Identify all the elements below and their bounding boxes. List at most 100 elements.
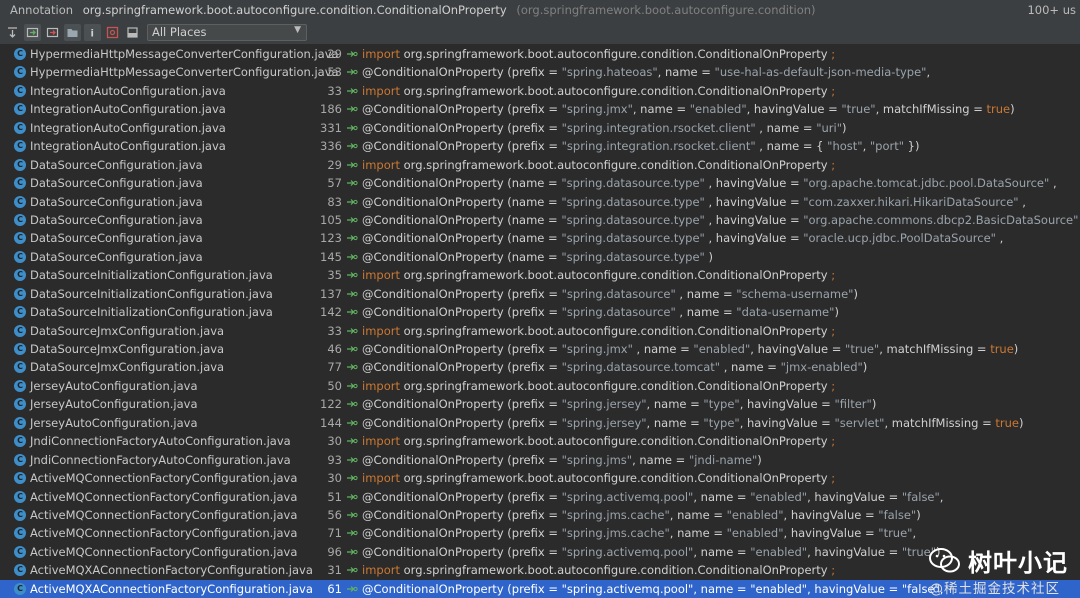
- usage-row[interactable]: C JndiConnectionFactoryAutoConfiguration.…: [0, 451, 1080, 469]
- line-number: 71: [327, 526, 342, 541]
- usage-row[interactable]: C ActiveMQConnectionFactoryConfiguration.…: [0, 543, 1080, 561]
- usage-row[interactable]: C ActiveMQConnectionFactoryConfiguration.…: [0, 469, 1080, 487]
- code-string: "spring.integration.rsocket.client": [561, 139, 756, 154]
- code-string: "spring.datasource.type": [561, 212, 705, 227]
- class-icon: C: [14, 508, 26, 521]
- line-number: 53: [327, 65, 342, 80]
- code-snippet: import org.springframework.boot.autoconf…: [362, 561, 835, 579]
- code-text: , havingValue =: [750, 342, 846, 356]
- line-number: 30: [327, 471, 342, 486]
- usage-row[interactable]: C DataSourceConfiguration.java 145 @Conditi…: [0, 248, 1080, 266]
- usage-row[interactable]: C DataSourceJmxConfiguration.java 77 @Condi…: [0, 358, 1080, 376]
- code-snippet: @ConditionalOnProperty (name = "spring.d…: [362, 174, 1057, 192]
- scope-value: All Places: [152, 25, 207, 39]
- usage-row[interactable]: C JerseyAutoConfiguration.java 50 import or…: [0, 377, 1080, 395]
- code-text: ): [834, 305, 839, 320]
- code-string: "spring.activemq.pool": [561, 581, 694, 596]
- code-keyword: ;: [831, 47, 836, 61]
- code-string: "spring.datasource.type": [561, 249, 705, 264]
- code-text: , havingValue =: [807, 544, 902, 559]
- code-snippet: import org.springframework.boot.autoconf…: [362, 266, 835, 284]
- usage-row[interactable]: C HypermediaHttpMessageConverterConfigura…: [0, 63, 1080, 81]
- usage-row[interactable]: C JerseyAutoConfiguration.java 144 @Conditi…: [0, 414, 1080, 432]
- code-snippet: @ConditionalOnProperty (prefix = "spring…: [362, 100, 1015, 118]
- code-keyword: import: [362, 563, 400, 578]
- code-keyword: ;: [831, 157, 836, 172]
- expand-icon[interactable]: [4, 24, 21, 41]
- code-keyword: ;: [831, 471, 836, 486]
- usage-row[interactable]: C DataSourceConfiguration.java 105 @Conditi…: [0, 211, 1080, 229]
- usage-arrow-icon: [346, 45, 358, 63]
- usage-row[interactable]: C JndiConnectionFactoryAutoConfiguration.…: [0, 432, 1080, 450]
- usage-row[interactable]: C IntegrationAutoConfiguration.java 186 @Co…: [0, 100, 1080, 118]
- code-text: , name =: [646, 397, 704, 412]
- usage-arrow-icon: [346, 229, 358, 247]
- class-icon: C: [14, 564, 26, 577]
- usage-row[interactable]: C DataSourceConfiguration.java 83 @Conditio…: [0, 193, 1080, 211]
- code-string: "false": [901, 489, 940, 504]
- usage-arrow-icon: [346, 451, 358, 469]
- usage-row[interactable]: C DataSourceInitializationConfiguration.j…: [0, 285, 1080, 303]
- file-name: DataSourceInitializationConfiguration.ja…: [30, 268, 273, 283]
- usage-row[interactable]: C DataSourceJmxConfiguration.java 46 @Condi…: [0, 340, 1080, 358]
- line-number: 30: [327, 434, 342, 449]
- code-snippet: @ConditionalOnProperty (prefix = "spring…: [362, 340, 1018, 358]
- filter-icon[interactable]: [104, 24, 121, 41]
- scope-dropdown[interactable]: All Places ▼: [147, 23, 307, 41]
- usage-row[interactable]: C IntegrationAutoConfiguration.java 33 impo…: [0, 82, 1080, 100]
- file-name: JndiConnectionFactoryAutoConfiguration.j…: [30, 434, 291, 449]
- usage-row[interactable]: C HypermediaHttpMessageConverterConfigura…: [0, 45, 1080, 63]
- code-snippet: import org.springframework.boot.autoconf…: [362, 377, 835, 395]
- code-text: , name =: [632, 102, 690, 117]
- code-text: @ConditionalOnProperty (prefix =: [362, 360, 562, 375]
- code-text: @ConditionalOnProperty (prefix =: [362, 526, 562, 541]
- usage-row[interactable]: C ActiveMQXAConnectionFactoryConfiguratio…: [0, 561, 1080, 579]
- usage-row[interactable]: C ActiveMQConnectionFactoryConfiguration.…: [0, 488, 1080, 506]
- code-snippet: @ConditionalOnProperty (name = "spring.d…: [362, 229, 1003, 247]
- code-string: "true": [878, 526, 913, 541]
- usage-row[interactable]: C DataSourceInitializationConfiguration.j…: [0, 303, 1080, 321]
- group-by-module-icon[interactable]: [24, 23, 41, 41]
- preview-info-icon[interactable]: i: [84, 23, 101, 41]
- usage-row[interactable]: C IntegrationAutoConfiguration.java 336 @Co…: [0, 137, 1080, 155]
- watermark: 树叶小记: [928, 543, 1068, 578]
- code-snippet: @ConditionalOnProperty (prefix = "spring…: [362, 488, 943, 506]
- code-text: ): [916, 507, 921, 522]
- code-snippet: @ConditionalOnProperty (prefix = "spring…: [362, 451, 762, 469]
- code-string: "true": [841, 102, 876, 117]
- code-text: , matchIfMissing =: [879, 342, 991, 356]
- usage-row[interactable]: C ActiveMQConnectionFactoryConfiguration.…: [0, 524, 1080, 542]
- usage-row[interactable]: C ActiveMQXAConnectionFactoryConfiguratio…: [0, 579, 1080, 598]
- file-name: JerseyAutoConfiguration.java: [30, 397, 198, 412]
- usage-row[interactable]: C JerseyAutoConfiguration.java 122 @Conditi…: [0, 395, 1080, 413]
- code-text: @ConditionalOnProperty (prefix =: [362, 120, 562, 135]
- code-string: "org.apache.commons.dbcp2.BasicDataSourc…: [803, 212, 1079, 227]
- usage-row[interactable]: C DataSourceConfiguration.java 29 import or…: [0, 156, 1080, 174]
- code-text: , havingValue =: [807, 489, 902, 504]
- code-text: , havingValue =: [739, 397, 835, 412]
- usage-row[interactable]: C DataSourceJmxConfiguration.java 33 import…: [0, 322, 1080, 340]
- code-text: , name =: [657, 65, 715, 80]
- settings-icon[interactable]: [124, 24, 141, 41]
- usage-row[interactable]: C DataSourceConfiguration.java 57 @Conditio…: [0, 174, 1080, 192]
- usage-row[interactable]: C DataSourceInitializationConfiguration.j…: [0, 266, 1080, 284]
- group-by-directory-icon[interactable]: [44, 24, 61, 41]
- class-icon: C: [14, 324, 26, 337]
- file-name: JerseyAutoConfiguration.java: [30, 378, 198, 393]
- file-name: DataSourceConfiguration.java: [30, 194, 203, 209]
- code-string: "oracle.ucp.jdbc.PoolDataSource": [803, 231, 996, 246]
- usage-row[interactable]: C ActiveMQConnectionFactoryConfiguration.…: [0, 506, 1080, 524]
- code-string: "uri": [816, 120, 842, 135]
- code-text: , name =: [693, 489, 751, 504]
- usage-row[interactable]: C DataSourceConfiguration.java 123 @Conditi…: [0, 229, 1080, 247]
- usage-row[interactable]: C IntegrationAutoConfiguration.java 331 @Co…: [0, 119, 1080, 137]
- code-text: }): [904, 139, 920, 154]
- code-string: "spring.jms.cache": [561, 507, 670, 522]
- code-snippet: @ConditionalOnProperty (prefix = "spring…: [362, 285, 858, 303]
- wechat-icon: [928, 547, 962, 575]
- file-name: ActiveMQXAConnectionFactoryConfiguration…: [30, 581, 313, 596]
- code-string: "host": [827, 139, 863, 154]
- code-text: , havingValue =: [746, 102, 842, 117]
- group-by-package-icon[interactable]: [64, 23, 81, 41]
- line-number: 144: [320, 415, 342, 430]
